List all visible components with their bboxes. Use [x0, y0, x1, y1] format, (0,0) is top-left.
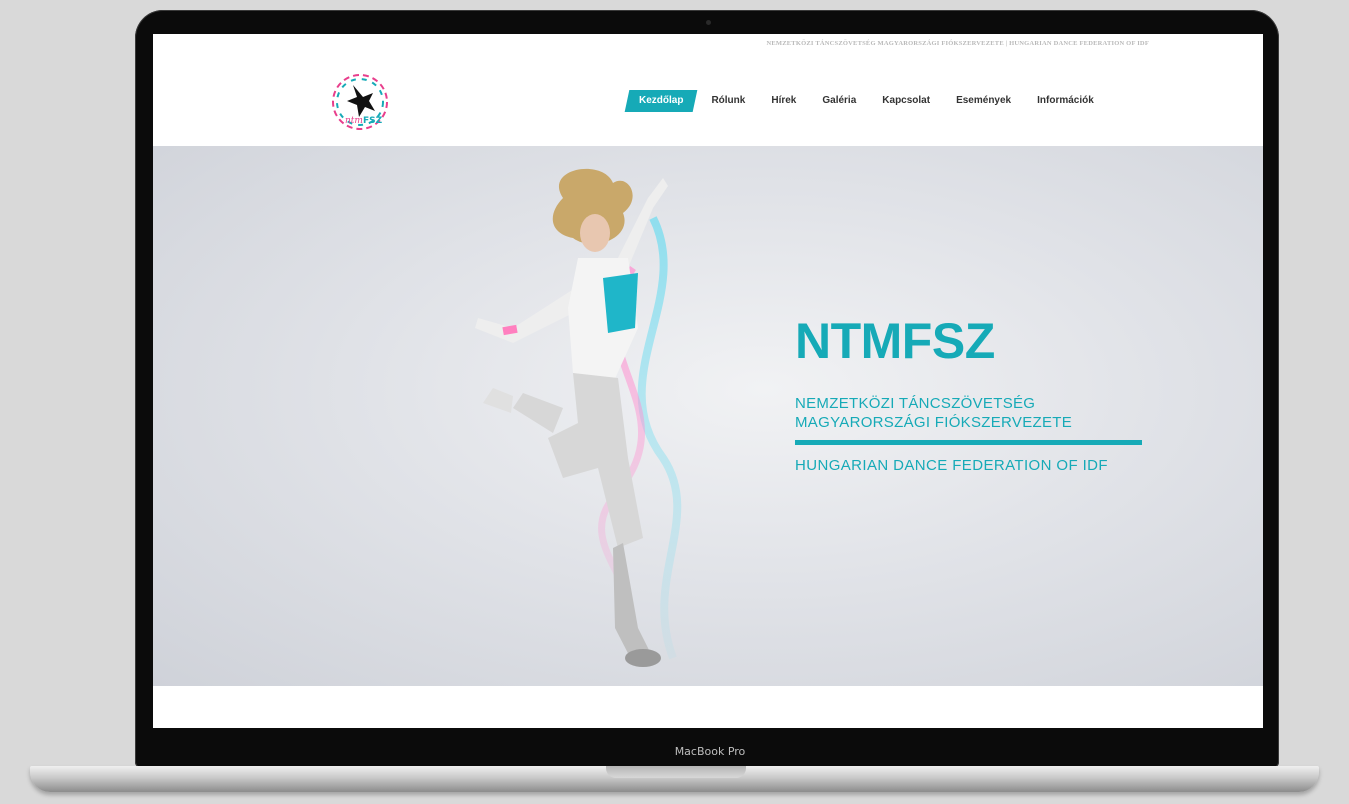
nav-item-galeria[interactable]: Galéria [812, 90, 866, 112]
nav-item-kapcsolat[interactable]: Kapcsolat [872, 90, 940, 112]
nav-item-kezdolap[interactable]: Kezdőlap [624, 90, 698, 112]
nav-item-informaciok[interactable]: Információk [1027, 90, 1104, 112]
hero-subtitle: NEMZETKÖZI TÁNCSZÖVETSÉG MAGYARORSZÁGI F… [795, 394, 1155, 432]
svg-text:FSZ: FSZ [363, 116, 383, 126]
nav-item-esemenyek[interactable]: Események [946, 90, 1021, 112]
dancer-image [475, 168, 682, 667]
hero-divider [795, 440, 1142, 445]
hero-subtitle-line-1: NEMZETKÖZI TÁNCSZÖVETSÉG [795, 395, 1036, 412]
camera-dot [706, 20, 711, 25]
nav-item-rolunk[interactable]: Rólunk [701, 90, 755, 112]
nav-item-hirek[interactable]: Hírek [761, 90, 806, 112]
device-model-label: MacBook Pro [674, 745, 746, 758]
site-logo[interactable]: ntm FSZ [329, 71, 391, 133]
hero-subtitle-english: HUNGARIAN DANCE FEDERATION OF IDF [795, 457, 1108, 474]
main-navigation: Kezdőlap Rólunk Hírek Galéria Kapcsolat … [624, 89, 1110, 113]
hero-subtitle-line-2: MAGYARORSZÁGI FIÓKSZERVEZETE [795, 414, 1073, 431]
hero-title: NTMFSZ [795, 313, 995, 369]
hero-banner: NTMFSZ NEMZETKÖZI TÁNCSZÖVETSÉG MAGYAROR… [153, 146, 1263, 686]
top-info-bar: NEMZETKÖZI TÁNCSZÖVETSÉG MAGYARORSZÁGI F… [766, 40, 1149, 47]
laptop-screen: NEMZETKÖZI TÁNCSZÖVETSÉG MAGYARORSZÁGI F… [153, 34, 1263, 728]
logo-script-text: ntm [345, 116, 363, 126]
laptop-notch [606, 766, 746, 778]
